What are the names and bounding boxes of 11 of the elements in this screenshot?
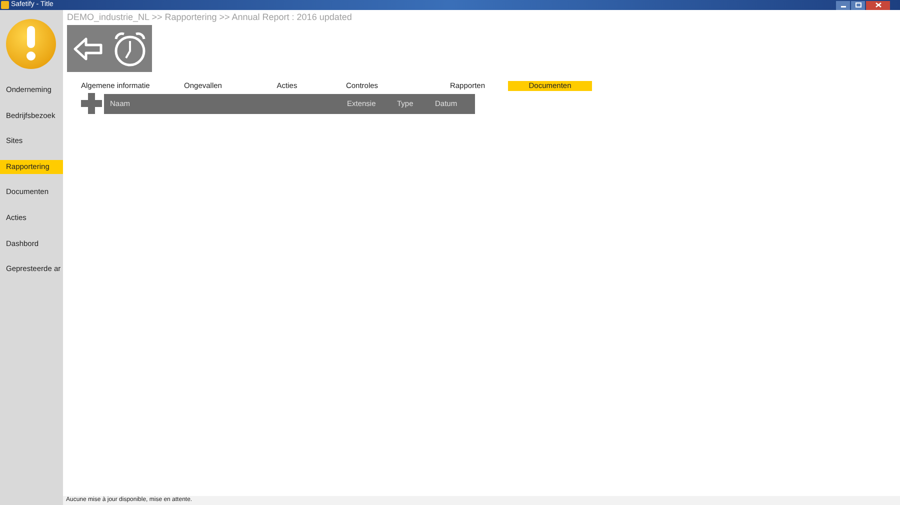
back-arrow-icon [73, 36, 103, 60]
alarm-clock-icon [113, 30, 147, 66]
close-button[interactable] [866, 0, 890, 10]
maximize-button[interactable] [851, 0, 865, 10]
breadcrumb: DEMO_industrie_NL >> Rapportering >> Annual Report : 2016 updated [67, 12, 353, 22]
maximize-icon [854, 2, 862, 8]
minimize-button[interactable] [836, 0, 850, 10]
app-icon [1, 1, 9, 9]
warning-logo-icon [5, 18, 57, 70]
close-icon [874, 2, 882, 8]
add-icon[interactable] [81, 93, 102, 114]
